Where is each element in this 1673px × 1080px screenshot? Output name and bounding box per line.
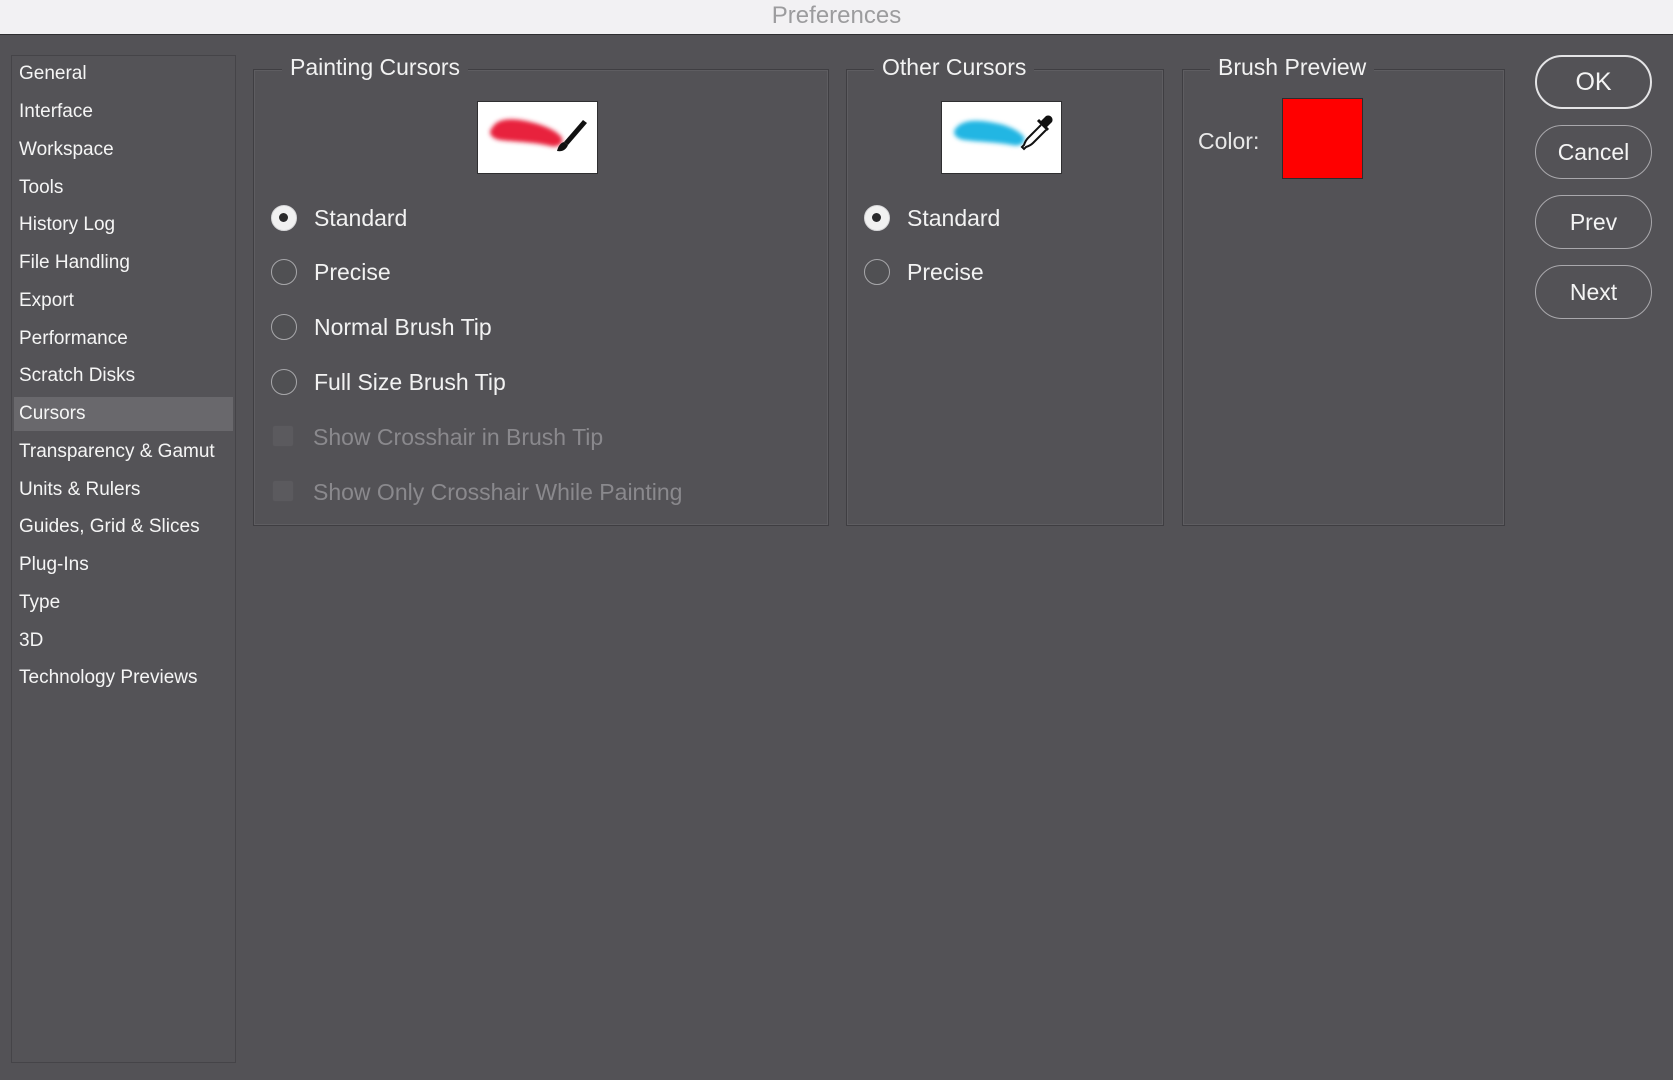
- sidebar-item-guides-grid-slices[interactable]: Guides, Grid & Slices: [14, 510, 233, 544]
- other-stroke: [954, 120, 1025, 146]
- painting-full-size-brush-tip-radio[interactable]: [271, 369, 297, 395]
- painting-normal-brush-tip-radio[interactable]: [271, 314, 297, 340]
- sidebar-item-plug-ins[interactable]: Plug-Ins: [14, 548, 233, 582]
- sidebar-item-3d[interactable]: 3D: [14, 624, 233, 658]
- painting-standard-radio[interactable]: [271, 205, 297, 231]
- sidebar-item-units-rulers[interactable]: Units & Rulers: [14, 473, 233, 507]
- sidebar-item-tools[interactable]: Tools: [14, 171, 233, 205]
- other-standard-label: Standard: [907, 205, 1001, 231]
- sidebar-item-file-handling[interactable]: File Handling: [14, 246, 233, 280]
- painting-stroke: [490, 119, 563, 147]
- preferences-sidebar: General Interface Workspace Tools Histor…: [11, 55, 236, 1063]
- show-only-crosshair-while-painting-label: Show Only Crosshair While Painting: [313, 479, 683, 505]
- other-cursors-group: Other Cursors Standard Precise: [846, 52, 1164, 526]
- other-cursor-preview: [941, 101, 1062, 174]
- next-button[interactable]: Next: [1535, 265, 1652, 319]
- other-precise-label: Precise: [907, 259, 984, 285]
- sidebar-item-performance[interactable]: Performance: [14, 322, 233, 356]
- other-cursors-title: Other Cursors: [874, 52, 1035, 82]
- painting-cursors-title: Painting Cursors: [282, 52, 469, 82]
- painting-precise-radio[interactable]: [271, 259, 297, 285]
- color-label: Color:: [1198, 128, 1260, 154]
- painting-cursor-preview: [477, 101, 598, 174]
- painting-full-size-brush-tip-label: Full Size Brush Tip: [314, 369, 506, 395]
- sidebar-item-export[interactable]: Export: [14, 284, 233, 318]
- other-precise-radio[interactable]: [864, 259, 890, 285]
- sidebar-item-type[interactable]: Type: [14, 586, 233, 620]
- prev-button[interactable]: Prev: [1535, 195, 1652, 249]
- show-only-crosshair-while-painting-checkbox: [272, 480, 294, 502]
- painting-cursors-group: Painting Cursors Standard Precise Normal…: [253, 52, 829, 526]
- other-standard-radio[interactable]: [864, 205, 890, 231]
- window-title: Preferences: [771, 2, 902, 29]
- sidebar-item-scratch-disks[interactable]: Scratch Disks: [14, 359, 233, 393]
- sidebar-item-cursors[interactable]: Cursors: [14, 397, 233, 431]
- show-crosshair-in-brush-tip-checkbox: [272, 425, 294, 447]
- painting-precise-label: Precise: [314, 259, 391, 285]
- brush-color-swatch[interactable]: [1282, 98, 1363, 179]
- paintbrush-icon: [490, 119, 587, 152]
- sidebar-item-technology-previews[interactable]: Technology Previews: [14, 661, 233, 695]
- painting-normal-brush-tip-label: Normal Brush Tip: [314, 314, 492, 340]
- cancel-button[interactable]: Cancel: [1535, 125, 1652, 179]
- sidebar-item-general[interactable]: General: [14, 57, 233, 91]
- brush-preview-title: Brush Preview: [1210, 52, 1375, 82]
- title-bar: Preferences: [0, 0, 1673, 35]
- eyedropper-icon: [954, 115, 1053, 151]
- show-crosshair-in-brush-tip-label: Show Crosshair in Brush Tip: [313, 424, 604, 450]
- painting-standard-label: Standard: [314, 205, 408, 231]
- sidebar-item-history-log[interactable]: History Log: [14, 208, 233, 242]
- sidebar-item-interface[interactable]: Interface: [14, 95, 233, 129]
- ok-button[interactable]: OK: [1535, 55, 1652, 109]
- sidebar-item-workspace[interactable]: Workspace: [14, 133, 233, 167]
- sidebar-item-transparency-gamut[interactable]: Transparency & Gamut: [14, 435, 233, 469]
